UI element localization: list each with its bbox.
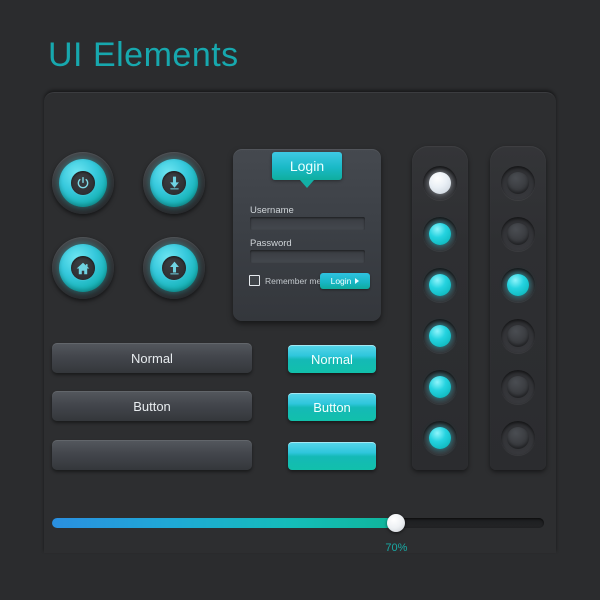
led-bulb xyxy=(429,172,451,194)
slider-value-label: 70% xyxy=(385,542,408,554)
led-bulb xyxy=(429,325,451,347)
login-submit-label: Login xyxy=(330,276,352,286)
home-button-inner xyxy=(71,256,95,280)
upload-button-disc xyxy=(150,244,198,292)
slider[interactable] xyxy=(52,514,544,532)
led-bulb xyxy=(507,172,529,194)
led-item[interactable] xyxy=(423,217,457,251)
led-item[interactable] xyxy=(501,268,535,302)
home-button[interactable] xyxy=(52,237,114,299)
cyan-button-normal[interactable]: Normal xyxy=(288,345,376,373)
upload-button[interactable] xyxy=(143,237,205,299)
remember-me-row[interactable]: Remember me xyxy=(249,275,321,286)
login-submit-button[interactable]: Login xyxy=(320,273,370,289)
gray-button-empty[interactable] xyxy=(52,440,252,470)
led-item[interactable] xyxy=(423,268,457,302)
led-bulb xyxy=(429,223,451,245)
password-label: Password xyxy=(250,238,292,249)
chevron-right-icon xyxy=(355,278,360,284)
remember-me-label: Remember me xyxy=(265,275,322,286)
led-bulb xyxy=(507,427,529,449)
led-item[interactable] xyxy=(501,370,535,404)
led-item[interactable] xyxy=(501,166,535,200)
remember-me-checkbox[interactable] xyxy=(249,275,260,286)
password-input[interactable] xyxy=(250,250,365,263)
slider-fill xyxy=(52,518,397,528)
home-icon xyxy=(76,262,90,275)
led-item[interactable] xyxy=(501,319,535,353)
led-item[interactable] xyxy=(501,421,535,455)
login-tab[interactable]: Login xyxy=(272,152,342,180)
cyan-button-empty[interactable] xyxy=(288,442,376,470)
led-bulb xyxy=(429,427,451,449)
download-button-disc xyxy=(150,159,198,207)
led-item[interactable] xyxy=(423,166,457,200)
gray-button-button[interactable]: Button xyxy=(52,391,252,421)
login-tab-pointer-icon xyxy=(300,180,314,188)
led-bulb xyxy=(429,274,451,296)
cyan-button-button[interactable]: Button xyxy=(288,393,376,421)
led-bulb xyxy=(507,274,529,296)
username-label: Username xyxy=(250,205,294,216)
power-button-inner xyxy=(71,171,95,195)
download-button[interactable] xyxy=(143,152,205,214)
led-bulb xyxy=(429,376,451,398)
led-panel-left xyxy=(412,146,468,470)
led-item[interactable] xyxy=(423,319,457,353)
power-icon xyxy=(76,176,90,190)
led-bulb xyxy=(507,325,529,347)
led-bulb xyxy=(507,376,529,398)
led-item[interactable] xyxy=(423,421,457,455)
page-title: UI Elements xyxy=(48,36,239,74)
home-button-disc xyxy=(59,244,107,292)
power-button-disc xyxy=(59,159,107,207)
gray-button-normal[interactable]: Normal xyxy=(52,343,252,373)
download-button-inner xyxy=(162,171,186,195)
led-item[interactable] xyxy=(501,217,535,251)
led-item[interactable] xyxy=(423,370,457,404)
power-button[interactable] xyxy=(52,152,114,214)
upload-arrow-icon xyxy=(168,261,181,275)
upload-button-inner xyxy=(162,256,186,280)
download-arrow-icon xyxy=(168,176,181,190)
led-bulb xyxy=(507,223,529,245)
slider-handle[interactable] xyxy=(387,514,406,532)
led-panel-right xyxy=(490,146,546,470)
username-input[interactable] xyxy=(250,217,365,230)
